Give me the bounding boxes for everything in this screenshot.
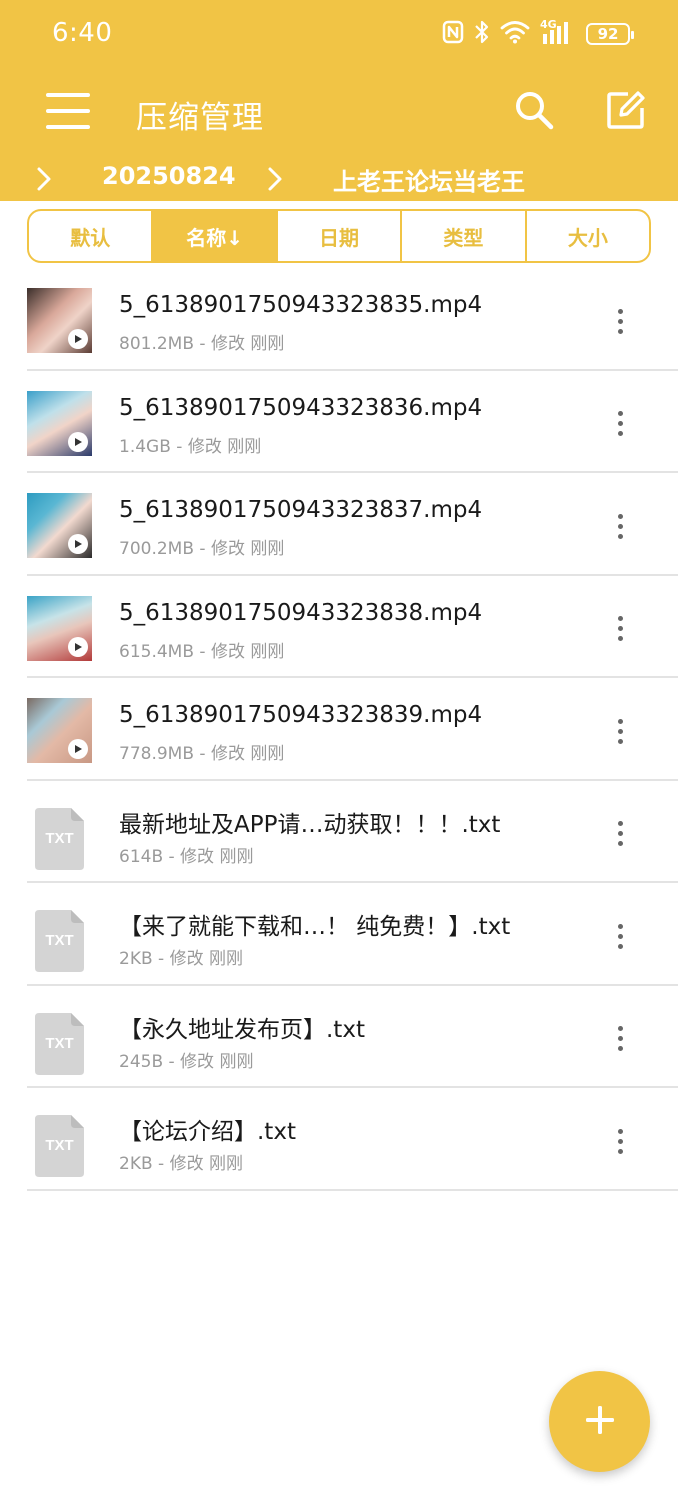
battery-icon: 92	[586, 23, 634, 45]
video-thumbnail	[27, 493, 92, 558]
bluetooth-icon	[474, 19, 490, 49]
file-meta: 2KB - 修改 刚刚	[119, 1154, 243, 1174]
more-options-button[interactable]	[604, 303, 636, 339]
more-vert-icon	[617, 616, 623, 621]
video-thumbnail	[27, 595, 92, 661]
file-item[interactable]: 5_6138901750943323839.mp4 778.9MB - 修改 刚…	[0, 678, 678, 781]
more-vert-icon	[617, 718, 623, 724]
txt-label: TXT	[45, 830, 73, 847]
file-name: 5_6138901750943323835.mp4	[119, 292, 483, 318]
sort-tab-name[interactable]: 名称↓	[153, 211, 278, 261]
play-icon	[68, 636, 88, 657]
more-options-button[interactable]	[604, 1123, 636, 1159]
page-title: 压缩管理	[136, 100, 264, 136]
file-meta: 1.4GB - 修改 刚刚	[119, 436, 262, 457]
app-bar: 压缩管理	[0, 70, 678, 160]
top-bar: 6:40 4G 92 压缩管理 20250824 上老王论坛当老王	[0, 0, 678, 201]
file-name: 5_6138901750943323836.mp4	[119, 394, 483, 421]
file-meta: 2KB - 修改 刚刚	[119, 949, 243, 969]
txt-file-icon: TXT	[35, 1012, 84, 1075]
more-vert-icon	[617, 411, 623, 416]
sort-tab-type[interactable]: 类型	[402, 211, 527, 261]
breadcrumb-item-current[interactable]: 上老王论坛当老王	[333, 162, 525, 197]
file-meta: 778.9MB - 修改 刚刚	[119, 744, 285, 764]
status-icons: 4G 92	[442, 18, 634, 50]
status-time: 6:40	[52, 18, 113, 48]
more-vert-icon	[617, 1026, 623, 1031]
breadcrumb-item[interactable]: 20250824	[102, 162, 236, 190]
sort-tab-default[interactable]: 默认	[29, 211, 154, 261]
more-options-button[interactable]	[604, 918, 636, 954]
search-button[interactable]	[506, 84, 562, 140]
video-thumbnail	[27, 288, 92, 353]
more-options-button[interactable]	[604, 713, 636, 749]
edit-icon	[606, 90, 646, 134]
txt-label: TXT	[45, 1137, 73, 1154]
file-name: 5_6138901750943323837.mp4	[119, 497, 483, 523]
play-icon	[68, 534, 88, 554]
file-meta: 614B - 修改 刚刚	[119, 846, 254, 867]
file-list: 5_6138901750943323835.mp4 801.2MB - 修改 刚…	[0, 268, 678, 1191]
nfc-icon	[442, 20, 464, 48]
file-meta: 615.4MB - 修改 刚刚	[119, 641, 285, 662]
file-name: 【永久地址发布页】.txt	[119, 1016, 365, 1043]
status-bar: 6:40 4G 92	[0, 0, 678, 70]
wifi-icon	[500, 20, 530, 48]
video-thumbnail	[27, 390, 92, 456]
txt-file-icon: TXT	[35, 910, 84, 972]
more-options-button[interactable]	[604, 1021, 636, 1057]
more-vert-icon	[617, 1128, 623, 1134]
file-name: 【来了就能下载和…！ 纯免费！】.txt	[119, 914, 511, 940]
more-vert-icon	[617, 923, 623, 929]
txt-label: TXT	[45, 932, 73, 949]
sort-tab-date[interactable]: 日期	[278, 211, 403, 261]
file-meta: 245B - 修改 刚刚	[119, 1051, 254, 1072]
file-item[interactable]: 5_6138901750943323836.mp4 1.4GB - 修改 刚刚	[0, 371, 678, 474]
file-item[interactable]: TXT 最新地址及APP请…动获取！！！.txt 614B - 修改 刚刚	[0, 781, 678, 884]
more-vert-icon	[617, 513, 623, 519]
chevron-right-icon	[36, 166, 52, 196]
play-icon	[68, 739, 88, 759]
menu-button[interactable]	[40, 85, 96, 141]
txt-label: TXT	[45, 1035, 73, 1052]
file-meta: 700.2MB - 修改 刚刚	[119, 539, 285, 559]
more-options-button[interactable]	[604, 406, 636, 442]
file-item[interactable]: 5_6138901750943323837.mp4 700.2MB - 修改 刚…	[0, 473, 678, 576]
file-name: 5_6138901750943323838.mp4	[119, 599, 483, 626]
sort-tab-size[interactable]: 大小	[527, 211, 649, 261]
file-item[interactable]: 5_6138901750943323838.mp4 615.4MB - 修改 刚…	[0, 576, 678, 679]
file-name: 5_6138901750943323839.mp4	[119, 702, 483, 728]
battery-level: 92	[597, 25, 619, 43]
play-icon	[68, 329, 88, 349]
add-fab-button[interactable]	[549, 1371, 650, 1472]
edit-button[interactable]	[598, 84, 654, 140]
play-icon	[68, 431, 88, 452]
breadcrumb: 20250824 上老王论坛当老王	[0, 160, 678, 200]
chevron-right-icon	[267, 166, 283, 196]
txt-file-icon: TXT	[35, 1115, 84, 1177]
signal-icon: 4G	[540, 18, 576, 48]
file-item[interactable]: TXT 【永久地址发布页】.txt 245B - 修改 刚刚	[0, 986, 678, 1089]
more-vert-icon	[617, 308, 623, 314]
plus-icon	[585, 1405, 615, 1439]
file-item[interactable]: TXT 【来了就能下载和…！ 纯免费！】.txt 2KB - 修改 刚刚	[0, 883, 678, 986]
menu-icon	[46, 91, 90, 135]
sort-bar: 默认 名称↓ 日期 类型 大小	[27, 209, 651, 263]
video-thumbnail	[27, 698, 92, 763]
txt-file-icon: TXT	[35, 807, 84, 870]
more-options-button[interactable]	[604, 816, 636, 852]
more-options-button[interactable]	[604, 611, 636, 647]
file-meta: 801.2MB - 修改 刚刚	[119, 334, 285, 354]
file-item[interactable]: TXT 【论坛介绍】.txt 2KB - 修改 刚刚	[0, 1088, 678, 1191]
more-options-button[interactable]	[604, 508, 636, 544]
search-icon	[513, 89, 555, 135]
file-name: 最新地址及APP请…动获取！！！.txt	[119, 811, 501, 838]
more-vert-icon	[617, 821, 623, 826]
file-item[interactable]: 5_6138901750943323835.mp4 801.2MB - 修改 刚…	[0, 268, 678, 371]
file-name: 【论坛介绍】.txt	[119, 1119, 296, 1145]
